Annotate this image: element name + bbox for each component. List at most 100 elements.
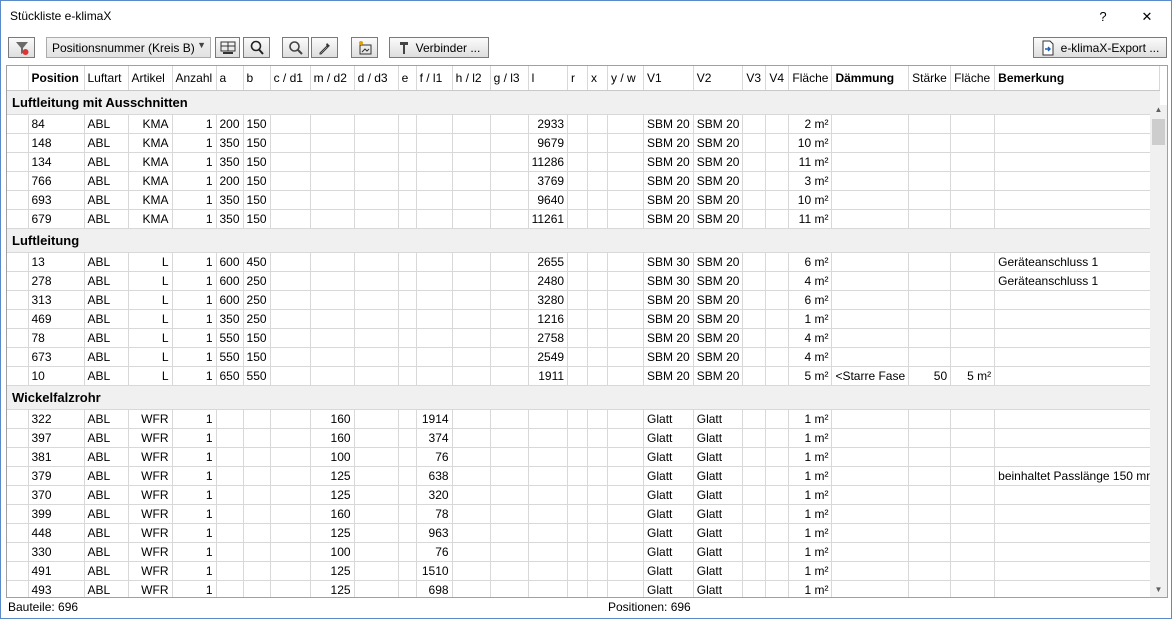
table-cell[interactable]	[950, 252, 996, 272]
column-header[interactable]: Fläche	[788, 66, 833, 91]
table-cell[interactable]	[587, 209, 609, 229]
group-header-row[interactable]: Luftleitung	[7, 228, 1160, 253]
table-cell[interactable]	[607, 561, 645, 581]
table-cell[interactable]: KMA	[128, 190, 173, 210]
table-cell[interactable]	[607, 580, 645, 597]
table-cell[interactable]	[587, 114, 609, 134]
table-cell[interactable]: SBM 20	[643, 114, 694, 134]
table-cell[interactable]	[742, 114, 767, 134]
table-cell[interactable]	[607, 114, 645, 134]
table-cell[interactable]	[490, 252, 529, 272]
row-header[interactable]	[7, 366, 29, 386]
table-cell[interactable]	[216, 561, 244, 581]
table-cell[interactable]	[742, 133, 767, 153]
table-cell[interactable]	[742, 209, 767, 229]
zoom-button[interactable]	[243, 37, 270, 58]
table-cell[interactable]: 1 m²	[788, 428, 833, 448]
table-cell[interactable]	[765, 447, 790, 467]
table-cell[interactable]: WFR	[128, 447, 173, 467]
table-cell[interactable]: Glatt	[643, 523, 694, 543]
table-cell[interactable]	[452, 523, 491, 543]
table-cell[interactable]: 1911	[528, 366, 569, 386]
table-cell[interactable]	[398, 580, 417, 597]
table-cell[interactable]	[354, 152, 399, 172]
table-cell[interactable]: Glatt	[693, 409, 744, 429]
table-cell[interactable]: 2 m²	[788, 114, 833, 134]
table-cell[interactable]	[587, 485, 609, 505]
table-cell[interactable]: 350	[216, 152, 244, 172]
table-cell[interactable]: SBM 20	[643, 171, 694, 191]
table-cell[interactable]: Glatt	[643, 504, 694, 524]
table-cell[interactable]: SBM 20	[643, 347, 694, 367]
table-cell[interactable]	[831, 523, 910, 543]
table-row[interactable]: 491 ABL WFR 1 125 1510 Glatt Glatt 1 m²	[7, 561, 1161, 581]
table-cell[interactable]: 1 m²	[788, 409, 833, 429]
table-cell[interactable]	[528, 580, 569, 597]
table-cell[interactable]	[398, 447, 417, 467]
table-cell[interactable]	[567, 290, 589, 310]
table-cell[interactable]	[950, 328, 996, 348]
table-cell[interactable]: 250	[243, 309, 271, 329]
table-cell[interactable]	[490, 171, 529, 191]
table-cell[interactable]: Glatt	[643, 485, 694, 505]
table-cell[interactable]	[587, 347, 609, 367]
table-cell[interactable]	[765, 133, 790, 153]
table-cell[interactable]: SBM 20	[643, 366, 694, 386]
table-cell[interactable]	[398, 523, 417, 543]
table-cell[interactable]	[270, 504, 311, 524]
table-cell[interactable]: Glatt	[693, 447, 744, 467]
table-cell[interactable]	[490, 485, 529, 505]
table-cell[interactable]	[607, 447, 645, 467]
column-header[interactable]: m / d2	[310, 66, 355, 91]
table-cell[interactable]	[587, 309, 609, 329]
table-cell[interactable]: Glatt	[693, 428, 744, 448]
table-cell[interactable]: ABL	[84, 561, 129, 581]
table-cell[interactable]: SBM 20	[643, 290, 694, 310]
table-cell[interactable]: 2758	[528, 328, 569, 348]
table-cell[interactable]	[354, 447, 399, 467]
vertical-scrollbar[interactable]: ▲ ▼	[1150, 105, 1167, 597]
row-header[interactable]	[7, 252, 29, 272]
table-cell[interactable]: Glatt	[693, 466, 744, 486]
table-cell[interactable]	[270, 190, 311, 210]
table-cell[interactable]	[587, 542, 609, 562]
table-cell[interactable]	[994, 171, 1161, 191]
table-cell[interactable]: ABL	[84, 252, 129, 272]
table-cell[interactable]	[567, 252, 589, 272]
column-header[interactable]: h / l2	[452, 66, 491, 91]
table-cell[interactable]	[490, 152, 529, 172]
table-cell[interactable]	[354, 466, 399, 486]
table-cell[interactable]: 600	[216, 252, 244, 272]
table-cell[interactable]	[607, 542, 645, 562]
table-cell[interactable]	[994, 580, 1161, 597]
table-cell[interactable]: WFR	[128, 428, 173, 448]
table-cell[interactable]	[567, 366, 589, 386]
table-cell[interactable]: 1	[172, 485, 217, 505]
table-cell[interactable]: 1	[172, 152, 217, 172]
table-cell[interactable]: SBM 20	[643, 133, 694, 153]
table-cell[interactable]	[765, 542, 790, 562]
table-cell[interactable]	[416, 347, 453, 367]
table-cell[interactable]	[994, 366, 1161, 386]
table-cell[interactable]	[607, 347, 645, 367]
table-cell[interactable]	[831, 561, 910, 581]
table-cell[interactable]	[270, 114, 311, 134]
table-row[interactable]: 693 ABL KMA 1 350 150 9640 SBM 20 SBM 20 10 m²	[7, 190, 1161, 210]
table-cell[interactable]: 11286	[528, 152, 569, 172]
column-header[interactable]: r	[567, 66, 589, 91]
table-cell[interactable]	[831, 428, 910, 448]
table-cell[interactable]	[908, 504, 952, 524]
table-cell[interactable]	[270, 328, 311, 348]
table-cell[interactable]: 313	[28, 290, 85, 310]
table-cell[interactable]: 2933	[528, 114, 569, 134]
table-cell[interactable]	[416, 309, 453, 329]
table-cell[interactable]: 78	[28, 328, 85, 348]
table-cell[interactable]: beinhaltet Passlänge 150 mm	[994, 466, 1161, 486]
table-cell[interactable]	[765, 271, 790, 291]
table-cell[interactable]	[528, 428, 569, 448]
table-cell[interactable]: SBM 20	[693, 190, 744, 210]
table-cell[interactable]: 148	[28, 133, 85, 153]
table-cell[interactable]	[994, 447, 1161, 467]
table-cell[interactable]	[742, 466, 767, 486]
column-header[interactable]: x	[587, 66, 609, 91]
